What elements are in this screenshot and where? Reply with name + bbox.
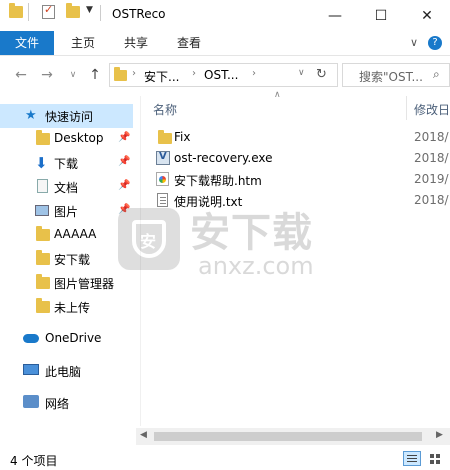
search-placeholder: 搜索"OST... bbox=[359, 70, 423, 84]
file-date: 2018/ bbox=[414, 130, 449, 144]
tab-home[interactable]: 主页 bbox=[60, 31, 106, 55]
window-title: OSTReco bbox=[112, 7, 166, 21]
address-dropdown-icon[interactable]: ∨ bbox=[298, 68, 305, 78]
up-button[interactable]: ↑ bbox=[86, 64, 104, 86]
title-bar: ✓ ▼ OSTReco — ☐ ✕ bbox=[0, 0, 450, 31]
folder-icon bbox=[114, 67, 127, 81]
new-folder-icon[interactable] bbox=[66, 3, 80, 18]
search-input[interactable]: 搜索"OST... ⌕ bbox=[342, 63, 450, 87]
close-button[interactable]: ✕ bbox=[404, 0, 450, 31]
refresh-icon[interactable]: ↻ bbox=[316, 67, 327, 82]
nav-label: 快速访问 bbox=[45, 110, 94, 124]
folder-icon bbox=[36, 274, 50, 289]
folder-icon bbox=[36, 226, 50, 241]
file-name: 安下载帮助.htm bbox=[174, 174, 262, 188]
pin-icon: 📌 bbox=[118, 132, 131, 143]
file-date: 2018/ bbox=[414, 193, 449, 207]
folder-icon bbox=[36, 130, 50, 145]
file-row[interactable]: Fix 2018/ bbox=[150, 127, 450, 148]
star-icon: ★ bbox=[25, 108, 37, 123]
ribbon-expand-icon[interactable]: ∨ bbox=[410, 36, 418, 49]
nav-item-desktop[interactable]: Desktop 📌 bbox=[0, 127, 133, 151]
document-icon bbox=[37, 179, 48, 193]
nav-this-pc[interactable]: 此电脑 bbox=[0, 359, 133, 383]
nav-item-downloads[interactable]: ⬇ 下载 📌 bbox=[0, 151, 133, 175]
nav-label: 网络 bbox=[45, 397, 70, 411]
shield-logo-icon: 安 bbox=[118, 208, 180, 270]
file-name: ost-recovery.exe bbox=[174, 151, 273, 165]
nav-item-aaaaa[interactable]: AAAAA bbox=[0, 223, 133, 247]
forward-button[interactable]: → bbox=[38, 64, 56, 86]
nav-label: 文档 bbox=[54, 181, 79, 195]
details-view-icon[interactable] bbox=[403, 451, 421, 466]
folder-icon bbox=[9, 3, 23, 18]
nav-label: 安下载 bbox=[54, 253, 91, 267]
file-date: 2018/ bbox=[414, 151, 449, 165]
minimize-button[interactable]: — bbox=[312, 0, 358, 31]
nav-item-documents[interactable]: 文档 📌 bbox=[0, 175, 133, 199]
nav-item-picture-manager[interactable]: 图片管理器 bbox=[0, 271, 133, 295]
nav-item-anxiazai[interactable]: 安下载 bbox=[0, 247, 133, 271]
search-icon: ⌕ bbox=[433, 67, 440, 81]
tab-file[interactable]: 文件 bbox=[0, 31, 54, 55]
tab-view[interactable]: 查看 bbox=[166, 31, 212, 55]
network-icon bbox=[23, 395, 39, 408]
back-button[interactable]: ← bbox=[12, 64, 30, 86]
folder-icon bbox=[36, 298, 50, 313]
scrollbar-thumb[interactable] bbox=[154, 432, 422, 441]
nav-label: 此电脑 bbox=[45, 365, 82, 379]
cloud-icon bbox=[23, 334, 39, 343]
nav-item-pictures[interactable]: 图片 📌 bbox=[0, 199, 133, 223]
folder-icon bbox=[36, 250, 50, 265]
quick-access-dropdown-icon[interactable]: ▼ bbox=[86, 5, 93, 15]
nav-item-not-uploaded[interactable]: 未上传 bbox=[0, 295, 133, 319]
watermark-subtext: anxz.com bbox=[198, 252, 314, 280]
picture-icon bbox=[35, 205, 49, 216]
large-icons-view-icon[interactable] bbox=[427, 451, 443, 466]
folder-icon bbox=[158, 130, 172, 144]
sort-indicator-icon: ∧ bbox=[274, 90, 281, 100]
htm-icon bbox=[156, 172, 169, 186]
properties-icon[interactable]: ✓ bbox=[42, 3, 55, 19]
computer-icon bbox=[23, 364, 39, 375]
column-date[interactable]: 修改日 bbox=[414, 101, 450, 118]
nav-quick-access[interactable]: ★ 快速访问 bbox=[0, 104, 133, 128]
file-row[interactable]: V ost-recovery.exe 2018/ bbox=[150, 148, 450, 169]
watermark-text: 安下载 bbox=[190, 210, 313, 256]
item-count: 4 个项目 bbox=[10, 454, 58, 468]
nav-label: 下载 bbox=[54, 157, 79, 171]
address-bar[interactable]: › 安下... › OST... › ∨ ↻ bbox=[109, 63, 338, 87]
download-icon: ⬇ bbox=[35, 154, 48, 172]
nav-label: 未上传 bbox=[54, 301, 91, 315]
nav-label: OneDrive bbox=[45, 331, 102, 345]
nav-label: 图片 bbox=[54, 205, 79, 219]
scroll-left-icon[interactable]: ◀ bbox=[140, 430, 147, 440]
recent-dropdown-icon[interactable]: ∨ bbox=[64, 64, 82, 86]
column-name[interactable]: 名称 bbox=[153, 101, 177, 118]
scroll-right-icon[interactable]: ▶ bbox=[436, 430, 443, 440]
breadcrumb-item[interactable]: OST... bbox=[204, 68, 238, 82]
pin-icon: 📌 bbox=[118, 156, 131, 167]
file-row[interactable]: 安下载帮助.htm 2019/ bbox=[150, 169, 450, 190]
help-icon[interactable]: ? bbox=[428, 36, 442, 50]
status-bar: 4 个项目 bbox=[0, 448, 450, 470]
horizontal-scrollbar[interactable]: ◀ ▶ bbox=[136, 428, 450, 445]
nav-network[interactable]: 网络 bbox=[0, 391, 133, 415]
watermark: 安 安下载 anxz.com bbox=[118, 196, 328, 296]
file-date: 2019/ bbox=[414, 172, 449, 186]
pin-icon: 📌 bbox=[118, 180, 131, 191]
breadcrumb-item[interactable]: 安下... bbox=[144, 68, 179, 85]
column-header-row bbox=[146, 96, 450, 120]
exe-icon: V bbox=[156, 151, 170, 165]
tab-share[interactable]: 共享 bbox=[113, 31, 159, 55]
nav-label: 图片管理器 bbox=[54, 277, 115, 291]
nav-label: AAAAA bbox=[54, 227, 97, 241]
file-name: Fix bbox=[174, 130, 191, 144]
nav-label: Desktop bbox=[54, 131, 104, 145]
nav-onedrive[interactable]: OneDrive bbox=[0, 327, 133, 351]
maximize-button[interactable]: ☐ bbox=[358, 0, 404, 31]
